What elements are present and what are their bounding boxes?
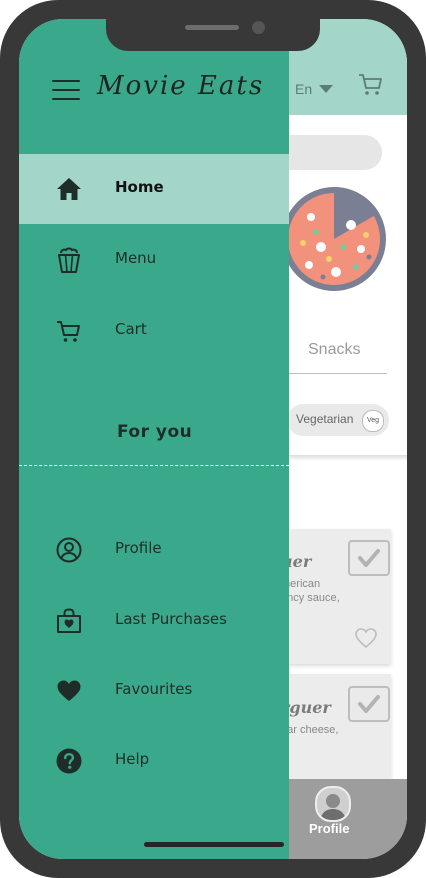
navigation-drawer: Movie Eats Home Menu Cart For you Profil…: [19, 19, 289, 859]
bottom-nav-profile-label[interactable]: Profile: [309, 821, 349, 836]
drawer-item-label: Menu: [115, 249, 157, 267]
heart-outline-icon[interactable]: [354, 627, 378, 649]
filter-bar-shadow: [281, 455, 407, 461]
select-checkbox[interactable]: [348, 686, 390, 722]
drawer-item-profile[interactable]: Profile: [19, 515, 289, 585]
shopping-bag-icon: [57, 608, 81, 633]
chevron-down-icon[interactable]: [319, 85, 333, 93]
app-logo: Movie Eats: [97, 71, 265, 101]
home-indicator[interactable]: [144, 842, 284, 847]
section-heading-for-you: For you: [117, 422, 193, 442]
menu-toggle-icon[interactable]: [52, 80, 80, 107]
cart-icon: [57, 321, 80, 342]
screen: En Snacks Vegetarian Veg uer merican anc…: [19, 19, 407, 859]
language-selector[interactable]: En: [295, 81, 312, 97]
notch: [106, 17, 320, 51]
filter-chip-label: Vegetarian: [296, 412, 354, 426]
front-camera: [252, 21, 265, 34]
home-icon: [57, 178, 81, 200]
drawer-item-label: Profile: [115, 539, 162, 557]
dashed-divider: [19, 465, 289, 466]
drawer-item-last-purchases[interactable]: Last Purchases: [19, 586, 289, 656]
help-icon: [56, 748, 82, 774]
drawer-item-favourites[interactable]: Favourites: [19, 656, 289, 726]
drawer-item-help[interactable]: Help: [19, 726, 289, 796]
drawer-item-cart[interactable]: Cart: [19, 296, 289, 366]
avatar-photo: [317, 788, 349, 820]
cart-icon[interactable]: [357, 71, 383, 97]
drawer-item-home[interactable]: Home: [19, 154, 289, 224]
drawer-item-menu[interactable]: Menu: [19, 225, 289, 295]
category-label[interactable]: Snacks: [308, 341, 360, 359]
check-icon: [358, 549, 380, 567]
avatar[interactable]: [315, 786, 351, 822]
phone-frame: En Snacks Vegetarian Veg uer merican anc…: [0, 0, 426, 878]
drawer-item-label: Last Purchases: [115, 610, 227, 628]
speaker-grille: [185, 25, 239, 30]
drawer-item-label: Home: [115, 178, 164, 196]
check-icon: [358, 695, 380, 713]
heart-icon: [57, 680, 81, 701]
drawer-item-label: Favourites: [115, 680, 193, 698]
menu-card-desc-line: dar cheese,: [281, 724, 339, 736]
drawer-item-label: Help: [115, 750, 150, 768]
popcorn-icon: [58, 247, 80, 273]
pizza-icon: [282, 187, 386, 291]
select-checkbox[interactable]: [348, 540, 390, 576]
menu-card-desc-line: ancy sauce,: [281, 592, 340, 604]
drawer-item-label: Cart: [115, 320, 147, 338]
category-divider: [281, 373, 387, 374]
veg-badge: Veg: [362, 410, 384, 432]
user-circle-icon: [56, 537, 82, 563]
